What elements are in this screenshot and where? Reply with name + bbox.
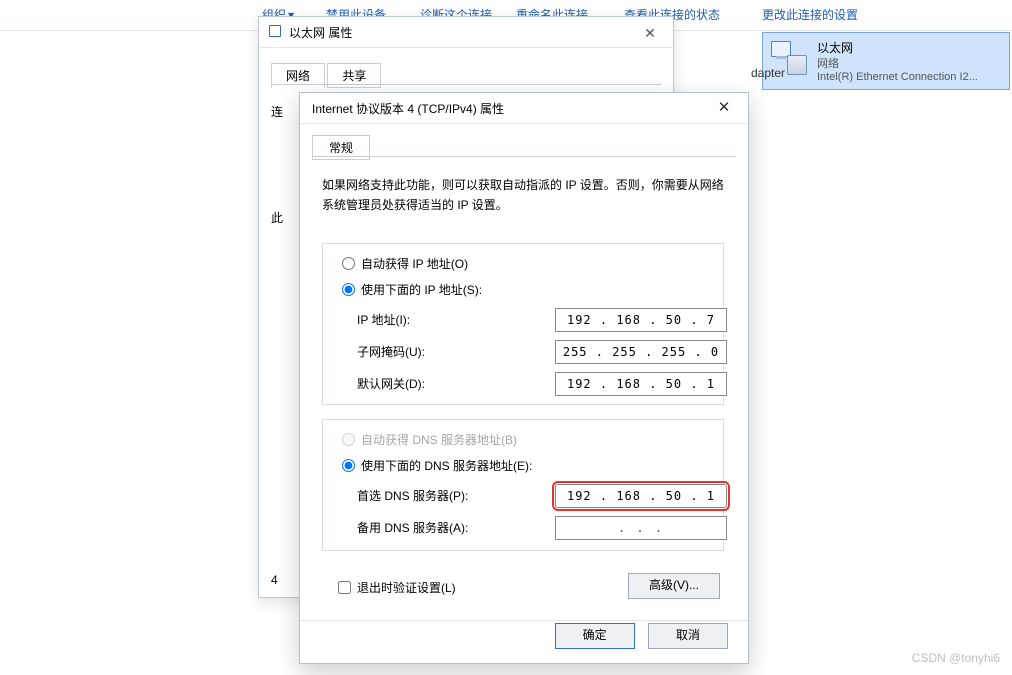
tab-row: 常规 — [312, 135, 370, 157]
gateway-input[interactable]: 192 . 168 . 50 . 1 — [555, 372, 727, 396]
tab-row: 网络 共享 — [271, 63, 380, 85]
cmd-settings[interactable]: 更改此连接的设置 — [762, 6, 858, 23]
separator — [300, 620, 748, 621]
radio-manual-dns-label: 使用下面的 DNS 服务器地址(E): — [361, 459, 532, 473]
ip-input[interactable]: 192 . 168 . 50 . 7 — [555, 308, 727, 332]
tab-underline — [312, 156, 736, 157]
dns2-label: 备用 DNS 服务器(A): — [357, 516, 468, 540]
ip-label: IP 地址(I): — [357, 308, 410, 332]
ok-button[interactable]: 确定 — [555, 623, 635, 649]
row-ip: IP 地址(I): 192 . 168 . 50 . 7 — [357, 308, 711, 332]
radio-manual-ip-label: 使用下面的 IP 地址(S): — [361, 283, 482, 297]
obscured-text: dapter — [751, 63, 961, 83]
titlebar: 以太网 属性 ✕ — [259, 17, 673, 48]
tab-underline — [271, 84, 661, 85]
row-dns1: 首选 DNS 服务器(P): 192 . 168 . 50 . 1 — [357, 484, 711, 508]
radio-manual-dns[interactable]: 使用下面的 DNS 服务器地址(E): — [337, 456, 532, 474]
dns2-input[interactable]: . . . — [555, 516, 727, 540]
ip-groupbox: 自动获得 IP 地址(O) 使用下面的 IP 地址(S): IP 地址(I): … — [322, 243, 724, 405]
validate-checkbox[interactable]: 退出时验证设置(L) — [334, 578, 456, 597]
row-dns2: 备用 DNS 服务器(A): . . . — [357, 516, 711, 540]
fragment-4: 4 — [271, 573, 278, 587]
radio-manual-ip[interactable]: 使用下面的 IP 地址(S): — [337, 280, 482, 298]
info-text: 如果网络支持此功能，则可以获取自动指派的 IP 设置。否则，你需要从网络系统管理… — [322, 175, 726, 215]
ipv4-properties-window: Internet 协议版本 4 (TCP/IPv4) 属性 ✕ 常规 如果网络支… — [299, 92, 749, 664]
radio-auto-dns-label: 自动获得 DNS 服务器地址(B) — [361, 433, 517, 447]
radio-auto-ip-label: 自动获得 IP 地址(O) — [361, 257, 468, 271]
button-bar: 确定 取消 — [545, 623, 728, 663]
dns1-label: 首选 DNS 服务器(P): — [357, 484, 468, 508]
row-gateway: 默认网关(D): 192 . 168 . 50 . 1 — [357, 372, 711, 396]
adapter-name: 以太网 — [817, 39, 853, 56]
mask-label: 子网掩码(U): — [357, 340, 425, 364]
cancel-button[interactable]: 取消 — [648, 623, 728, 649]
validate-label: 退出时验证设置(L) — [357, 581, 456, 595]
titlebar: Internet 协议版本 4 (TCP/IPv4) 属性 ✕ — [300, 93, 748, 124]
watermark: CSDN @tonyhi6 — [912, 651, 1000, 665]
row-mask: 子网掩码(U): 255 . 255 . 255 . 0 — [357, 340, 711, 364]
adapter-small-icon — [269, 23, 283, 37]
dns-groupbox: 自动获得 DNS 服务器地址(B) 使用下面的 DNS 服务器地址(E): 首选… — [322, 419, 724, 551]
connection-label: 连 — [271, 103, 283, 120]
dns1-input[interactable]: 192 . 168 . 50 . 1 — [555, 484, 727, 508]
radio-auto-dns: 自动获得 DNS 服务器地址(B) — [337, 430, 517, 448]
this-label: 此 — [271, 209, 283, 226]
close-icon[interactable]: ✕ — [635, 23, 665, 43]
window-title: 以太网 属性 — [289, 24, 352, 41]
close-icon[interactable]: ✕ — [706, 97, 742, 119]
gateway-label: 默认网关(D): — [357, 372, 425, 396]
mask-input[interactable]: 255 . 255 . 255 . 0 — [555, 340, 727, 364]
window-title: Internet 协议版本 4 (TCP/IPv4) 属性 — [312, 100, 504, 117]
advanced-button[interactable]: 高级(V)... — [628, 573, 720, 599]
radio-auto-ip[interactable]: 自动获得 IP 地址(O) — [337, 254, 468, 272]
